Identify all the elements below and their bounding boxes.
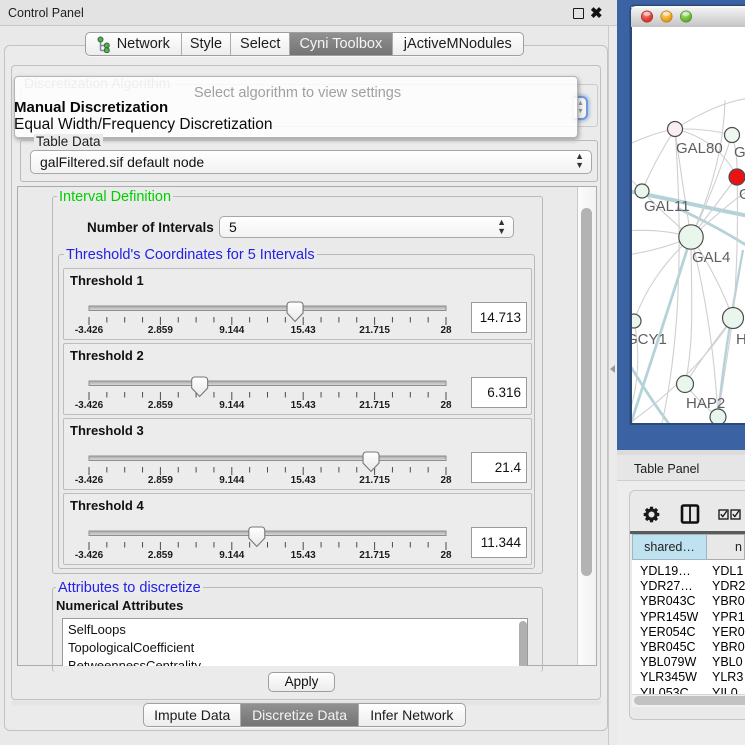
svg-text:15.43: 15.43 bbox=[291, 550, 316, 561]
svg-text:15.43: 15.43 bbox=[291, 475, 316, 486]
svg-text:-3.426: -3.426 bbox=[75, 475, 104, 486]
svg-text:HAP2: HAP2 bbox=[686, 395, 725, 412]
svg-text:15.43: 15.43 bbox=[291, 400, 316, 411]
svg-text:28: 28 bbox=[440, 475, 452, 486]
svg-text:9.144: 9.144 bbox=[219, 400, 244, 411]
svg-text:GA: GA bbox=[734, 144, 745, 161]
svg-text:9.144: 9.144 bbox=[219, 550, 244, 561]
svg-text:H: H bbox=[736, 331, 745, 348]
svg-text:-3.426: -3.426 bbox=[75, 550, 104, 561]
svg-text:2.859: 2.859 bbox=[148, 325, 173, 336]
svg-text:21.715: 21.715 bbox=[359, 475, 390, 486]
svg-text:21.715: 21.715 bbox=[359, 400, 390, 411]
svg-text:28: 28 bbox=[440, 325, 452, 336]
svg-text:2.859: 2.859 bbox=[148, 475, 173, 486]
svg-text:21.715: 21.715 bbox=[359, 325, 390, 336]
svg-text:15.43: 15.43 bbox=[291, 325, 316, 336]
svg-text:28: 28 bbox=[440, 400, 452, 411]
svg-text:GAL4: GAL4 bbox=[692, 249, 730, 266]
svg-text:9.144: 9.144 bbox=[219, 325, 244, 336]
svg-text:GAL80: GAL80 bbox=[676, 140, 723, 157]
svg-text:2.859: 2.859 bbox=[148, 400, 173, 411]
svg-text:9.144: 9.144 bbox=[219, 475, 244, 486]
svg-text:GA: GA bbox=[739, 186, 745, 203]
svg-text:GCY1: GCY1 bbox=[626, 331, 667, 348]
svg-text:28: 28 bbox=[440, 550, 452, 561]
svg-text:GAL11: GAL11 bbox=[644, 198, 690, 215]
svg-text:2.859: 2.859 bbox=[148, 550, 173, 561]
svg-text:21.715: 21.715 bbox=[359, 550, 390, 561]
svg-text:-3.426: -3.426 bbox=[75, 325, 104, 336]
svg-text:-3.426: -3.426 bbox=[75, 400, 104, 411]
